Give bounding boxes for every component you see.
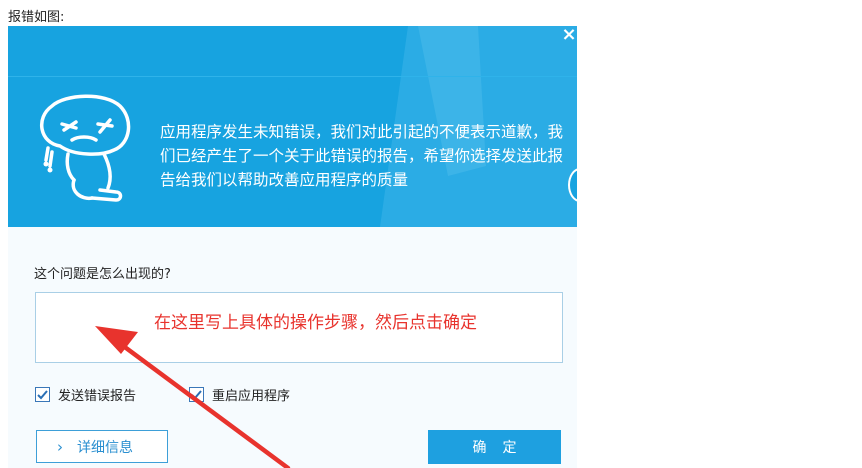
error-report-dialog: × 应用程序发生未知错误，我们对此引起的不便表示道歉，我们已经产生了一个关于此错… xyxy=(8,26,577,468)
checkbox-check-icon xyxy=(189,387,204,402)
error-message: 应用程序发生未知错误，我们对此引起的不便表示道歉，我们已经产生了一个关于此错误的… xyxy=(160,123,564,189)
crying-face-mascot-icon xyxy=(40,94,131,202)
post-caption: 报错如图: xyxy=(8,10,65,25)
dialog-header: × 应用程序发生未知错误，我们对此引起的不便表示道歉，我们已经产生了一个关于此错… xyxy=(8,26,577,227)
question-label: 这个问题是怎么出现的? xyxy=(34,267,171,282)
chevron-right-icon: › xyxy=(57,437,63,456)
restart-app-label: 重启应用程序 xyxy=(212,389,291,404)
steps-input[interactable] xyxy=(35,292,563,363)
header-divider xyxy=(8,76,577,77)
close-button[interactable]: × xyxy=(561,26,577,44)
send-report-checkbox[interactable]: 发送错误报告 xyxy=(35,385,136,404)
ok-button[interactable]: 确定 xyxy=(428,430,561,464)
restart-app-checkbox[interactable]: 重启应用程序 xyxy=(189,385,290,404)
details-label: 详细信息 xyxy=(77,439,133,456)
details-button[interactable]: › 详细信息 xyxy=(36,430,168,463)
checkbox-check-icon xyxy=(35,387,50,402)
send-report-label: 发送错误报告 xyxy=(58,389,137,404)
